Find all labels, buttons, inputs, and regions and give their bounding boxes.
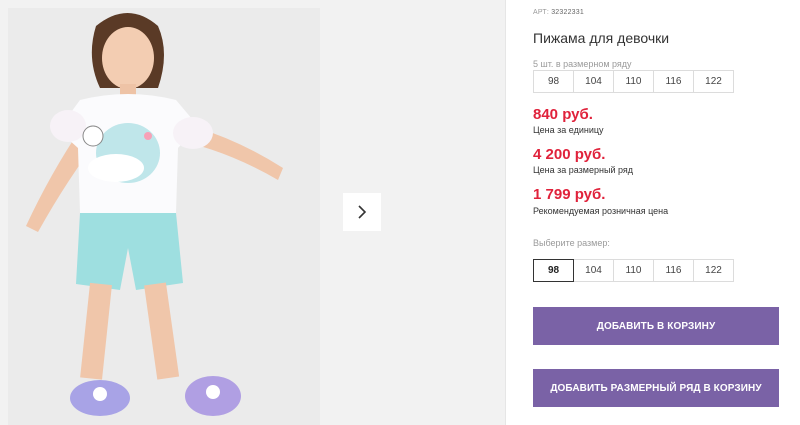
- pack-size-116: 116: [653, 70, 694, 93]
- pack-size-110: 110: [613, 70, 654, 93]
- size-option-122[interactable]: 122: [693, 259, 734, 282]
- unit-price-label: Цена за единицу: [533, 125, 604, 135]
- choose-size-hint: Выберите размер:: [533, 238, 610, 248]
- pack-price-label: Цена за размерный ряд: [533, 165, 634, 175]
- pack-hint: 5 шт. в размерном ряду: [533, 59, 632, 69]
- pack-size-104: 104: [573, 70, 614, 93]
- size-option-110[interactable]: 110: [613, 259, 654, 282]
- pack-price: 4 200 руб.: [533, 146, 606, 163]
- product-gallery: [0, 0, 505, 425]
- divider: [505, 0, 506, 425]
- gallery-next-button[interactable]: [343, 193, 381, 231]
- chevron-right-icon: [358, 205, 367, 219]
- size-selector: 98 104 110 116 122: [533, 259, 734, 282]
- pack-size-122: 122: [693, 70, 734, 93]
- pack-size-row: 98 104 110 116 122: [533, 70, 734, 93]
- article-value: 32322331: [551, 9, 584, 16]
- retail-price-label: Рекомендуемая розничная цена: [533, 206, 669, 216]
- pack-size-98: 98: [533, 70, 574, 93]
- add-pack-to-cart-button[interactable]: ДОБАВИТЬ РАЗМЕРНЫЙ РЯД В КОРЗИНУ: [533, 369, 779, 407]
- add-to-cart-button[interactable]: ДОБАВИТЬ В КОРЗИНУ: [533, 307, 779, 345]
- product-title: Пижама для девочки: [533, 30, 670, 46]
- retail-price: 1 799 руб.: [533, 186, 606, 203]
- size-option-104[interactable]: 104: [573, 259, 614, 282]
- size-option-116[interactable]: 116: [653, 259, 694, 282]
- article-number: АРТ: 32322331: [533, 9, 584, 16]
- product-photo: [8, 8, 320, 425]
- size-option-98[interactable]: 98: [533, 259, 574, 282]
- article-label: АРТ:: [533, 9, 550, 16]
- unit-price: 840 руб.: [533, 106, 593, 123]
